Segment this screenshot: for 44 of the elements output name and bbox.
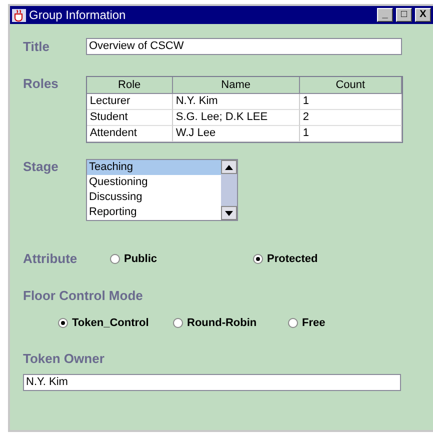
- section-label: Roles: [23, 76, 60, 91]
- table-cell: 2: [300, 110, 402, 126]
- radio-option[interactable]: Token_Control: [58, 317, 173, 329]
- radio-option[interactable]: Protected: [253, 252, 396, 264]
- column-header[interactable]: Role: [86, 77, 173, 94]
- radio-button[interactable]: [58, 318, 68, 328]
- list-item[interactable]: Teaching: [87, 160, 221, 175]
- table-cell: 1: [300, 126, 402, 142]
- close-button[interactable]: X: [415, 8, 431, 22]
- section-label: Floor Control Mode: [23, 288, 143, 303]
- input-field[interactable]: Overview of CSCW: [86, 38, 402, 55]
- column-header[interactable]: Name: [172, 77, 300, 94]
- radio-label: Free: [302, 317, 326, 329]
- radio-button[interactable]: [110, 254, 120, 264]
- radio-option[interactable]: Public: [110, 252, 253, 264]
- table-cell: Attendent: [86, 126, 173, 142]
- section-label: Token Owner: [23, 351, 104, 366]
- window-title: Group Information: [29, 8, 127, 22]
- table-cell: Student: [86, 110, 173, 126]
- radio-button[interactable]: [173, 318, 183, 328]
- table-cell: S.G. Lee; D.K LEE: [172, 110, 300, 126]
- radio-option[interactable]: Free: [288, 317, 403, 329]
- input-field[interactable]: N.Y. Kim: [23, 374, 401, 391]
- field-label: Title: [23, 39, 50, 54]
- column-header[interactable]: Count: [300, 77, 402, 94]
- down-arrow-icon[interactable]: [225, 210, 233, 216]
- minimize-button[interactable]: _: [377, 8, 393, 22]
- radio-label: Token_Control: [72, 317, 149, 329]
- table-cell: W.J Lee: [172, 126, 300, 142]
- radio-label: Round-Robin: [187, 317, 257, 329]
- radio-label: Protected: [267, 252, 318, 264]
- table-cell: 1: [300, 94, 402, 110]
- radio-label: Public: [124, 252, 158, 264]
- radio-button[interactable]: [253, 254, 263, 264]
- coffee-cup-icon: [12, 8, 26, 22]
- table-cell: N.Y. Kim: [172, 94, 300, 110]
- maximize-button[interactable]: □: [396, 8, 412, 22]
- section-label: Stage: [23, 159, 60, 174]
- up-arrow-icon[interactable]: [225, 164, 233, 170]
- radio-button[interactable]: [288, 318, 298, 328]
- section-label: Attribute: [23, 251, 78, 266]
- table-cell: Lecturer: [86, 94, 173, 110]
- scroll-bar[interactable]: [221, 160, 237, 220]
- radio-option[interactable]: Round-Robin: [173, 317, 288, 329]
